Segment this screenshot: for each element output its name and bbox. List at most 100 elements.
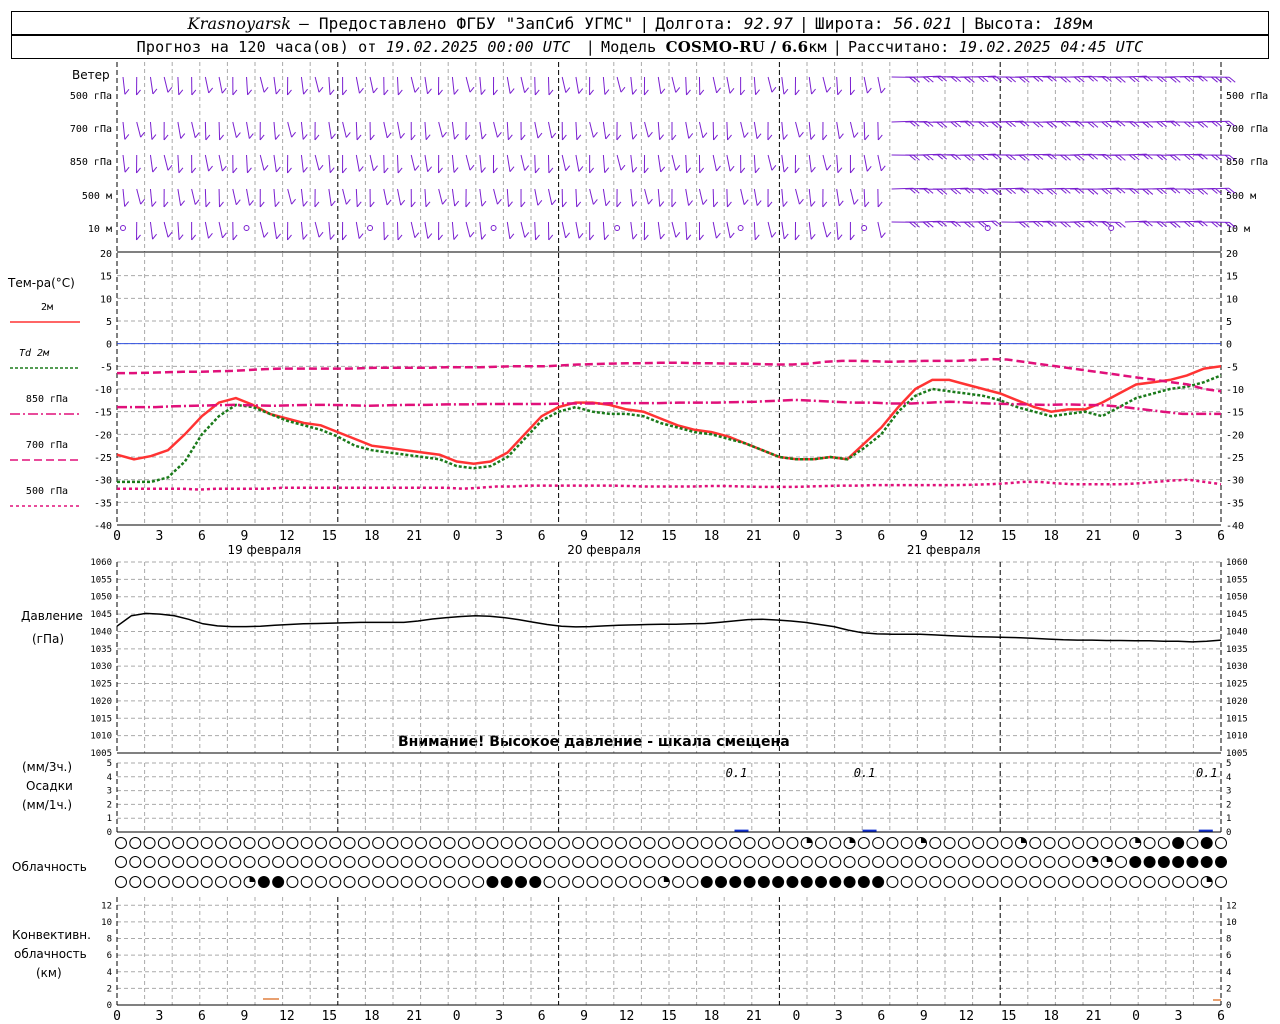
cloud-cover-symbol bbox=[315, 856, 327, 868]
wind-barb bbox=[753, 154, 756, 173]
wind-barb-feather bbox=[551, 199, 557, 206]
wind-barb-feather bbox=[810, 134, 816, 140]
wind-barb-feather bbox=[565, 232, 570, 239]
bottom-x-tick-label: 21 bbox=[746, 1009, 762, 1024]
cloud-cover-symbol bbox=[1057, 837, 1070, 849]
wind-barb bbox=[547, 188, 553, 205]
wind-barb-feather bbox=[713, 134, 718, 141]
wind-barb-feather bbox=[383, 89, 389, 96]
bottom-x-tick-label: 6 bbox=[198, 1009, 206, 1024]
wind-barb-feather bbox=[849, 234, 855, 241]
cloud-cover-symbol bbox=[143, 876, 156, 888]
wind-barb-feather bbox=[826, 86, 832, 93]
wind-barb-feather bbox=[794, 89, 800, 96]
cloud-cover-symbol bbox=[372, 876, 385, 888]
cloud-partial-fill bbox=[806, 837, 813, 843]
wind-barb-feather bbox=[151, 201, 157, 207]
bottom-x-tick-label: 3 bbox=[835, 1009, 843, 1024]
cloud-cover-symbol bbox=[515, 876, 527, 888]
wind-barb-feather bbox=[438, 89, 443, 96]
wind-barb-feather bbox=[548, 89, 554, 96]
cloud-cover-symbol bbox=[529, 856, 542, 868]
wind-barb-feather bbox=[232, 89, 238, 96]
wind-barb bbox=[300, 76, 305, 95]
pressure-ytick-right: 1055 bbox=[1226, 575, 1248, 585]
wind-barb-feather bbox=[729, 165, 735, 172]
wind-barb-feather bbox=[302, 201, 308, 207]
wind-barb bbox=[506, 121, 509, 140]
wind-barb bbox=[149, 76, 154, 94]
pressure-ytick-right: 1020 bbox=[1226, 697, 1248, 707]
wind-barb bbox=[630, 154, 634, 173]
cloud-cover-symbol bbox=[686, 837, 699, 849]
wind-barb bbox=[424, 154, 429, 172]
bottom-x-tick-label: 21 bbox=[406, 1009, 422, 1024]
bottom-x-tick-label: 0 bbox=[453, 1009, 461, 1024]
pressure-ytick-left: 1060 bbox=[90, 558, 112, 568]
cloud-cover-symbol bbox=[443, 837, 456, 849]
x-tick-label: 18 bbox=[704, 529, 720, 544]
wind-barb-feather bbox=[509, 233, 515, 240]
wind-barb bbox=[451, 76, 455, 95]
cloud-cover-symbol bbox=[857, 856, 870, 868]
wind-barb bbox=[753, 121, 758, 139]
wind-barb bbox=[781, 121, 784, 140]
wind-barb-feather bbox=[877, 201, 883, 208]
x-tick-label: 21 bbox=[746, 529, 762, 544]
cloud-partial-fill bbox=[1021, 837, 1027, 843]
wind-barb bbox=[602, 121, 607, 140]
wind-barb-feather bbox=[593, 132, 598, 138]
cloud-cover-symbol bbox=[486, 856, 499, 868]
wind-barb-feather bbox=[604, 89, 610, 95]
cloud-cover-symbol bbox=[1186, 876, 1199, 888]
wind-barb-feather bbox=[702, 132, 708, 139]
wind-barb bbox=[877, 154, 882, 171]
cloud-cover-symbol bbox=[1072, 876, 1085, 888]
wind-barb bbox=[218, 154, 223, 172]
precip-ytick-right: 0 bbox=[1226, 828, 1231, 838]
wind-barb-feather bbox=[866, 165, 872, 172]
wind-barb bbox=[355, 221, 360, 239]
wind-barb bbox=[355, 154, 360, 172]
pressure-ytick-left: 1025 bbox=[90, 680, 112, 690]
cloud-partial-fill bbox=[921, 837, 927, 843]
precip-bar bbox=[1198, 829, 1213, 832]
wind-barb-feather bbox=[520, 134, 526, 141]
cloud-cover-symbol bbox=[815, 856, 827, 868]
wind-barb bbox=[630, 221, 634, 240]
wind-barb bbox=[300, 154, 304, 173]
wind-barb-feather bbox=[699, 234, 704, 241]
wind-barb bbox=[328, 154, 331, 173]
wind-barb bbox=[163, 154, 169, 171]
cloud-cover-symbol bbox=[586, 876, 599, 888]
wind-barb bbox=[246, 154, 248, 173]
pressure-ytick-right: 1045 bbox=[1226, 610, 1248, 620]
x-tick-label: 18 bbox=[1043, 529, 1059, 544]
wind-barb bbox=[616, 154, 622, 171]
temp-ytick-right: -35 bbox=[1226, 498, 1244, 509]
cloud-cover-symbol bbox=[1086, 876, 1099, 888]
cloud-cover-symbol bbox=[543, 876, 556, 888]
wind-barb bbox=[561, 154, 567, 171]
wind-level-left-4: 10 м bbox=[88, 224, 112, 235]
bottom-x-tick-label: 0 bbox=[792, 1009, 800, 1024]
wind-barb-feather bbox=[755, 167, 760, 174]
wind-barb bbox=[383, 121, 388, 138]
wind-barb bbox=[698, 121, 704, 138]
temp-ytick-left: 10 bbox=[100, 294, 112, 305]
wind-barb bbox=[163, 76, 169, 93]
wind-barb-feather bbox=[205, 134, 211, 141]
wind-barb-feather bbox=[397, 167, 403, 174]
cloud-cover-symbol bbox=[886, 856, 899, 868]
precip-value-label: 0.1 bbox=[854, 766, 876, 780]
pressure-ytick-left: 1040 bbox=[90, 627, 112, 637]
cloud-cover-symbol bbox=[757, 856, 770, 868]
pressure-ytick-left: 1010 bbox=[90, 732, 112, 742]
cloud-cover-symbol bbox=[857, 876, 870, 888]
cloud-cover-symbol bbox=[615, 876, 627, 888]
wind-barb bbox=[300, 188, 304, 207]
wind-barb-feather bbox=[275, 166, 281, 173]
wind-barb-feather bbox=[410, 134, 416, 141]
wind-barb bbox=[602, 76, 606, 95]
cloud-cover-symbol bbox=[1000, 876, 1013, 888]
